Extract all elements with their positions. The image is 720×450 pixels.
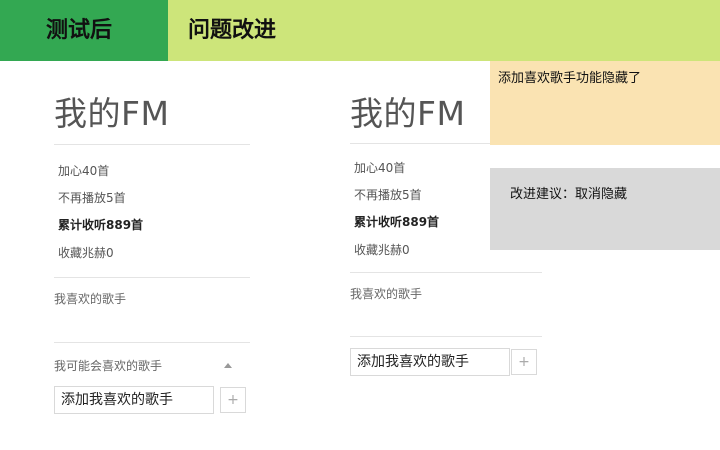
- stat-liked[interactable]: 加心40首: [58, 162, 109, 179]
- stat-liked[interactable]: 加心40首: [354, 159, 405, 176]
- divider: [350, 272, 542, 273]
- divider: [54, 342, 250, 343]
- stat-banned[interactable]: 不再播放5首: [58, 189, 126, 206]
- divider: [54, 144, 250, 145]
- favorite-artists-label: 我喜欢的歌手: [350, 287, 423, 301]
- add-artist-button[interactable]: +: [511, 349, 537, 375]
- divider: [350, 336, 542, 337]
- favorite-artists-label: 我喜欢的歌手: [54, 292, 127, 306]
- improvement-heading: 问题改进: [188, 18, 277, 43]
- add-artist-input[interactable]: 添加我喜欢的歌手: [350, 348, 510, 376]
- suggested-artists-label[interactable]: 我可能会喜欢的歌手: [54, 357, 162, 374]
- add-artist-input[interactable]: 添加我喜欢的歌手: [54, 386, 214, 414]
- caret-up-icon[interactable]: [224, 363, 232, 368]
- divider: [54, 277, 250, 278]
- after-test-tag: 测试后: [0, 0, 168, 61]
- stat-collected[interactable]: 收藏兆赫0: [354, 241, 410, 258]
- issue-note: 添加喜欢歌手功能隐藏了: [490, 61, 720, 145]
- fm-title: 我的FM: [350, 94, 466, 133]
- top-bar: 测试后 问题改进: [0, 0, 720, 61]
- stat-collected[interactable]: 收藏兆赫0: [58, 244, 114, 261]
- add-artist-button[interactable]: +: [220, 387, 246, 413]
- fm-title: 我的FM: [54, 94, 170, 133]
- stat-played[interactable]: 累计收听889首: [354, 213, 439, 230]
- stat-banned[interactable]: 不再播放5首: [354, 186, 422, 203]
- stat-played[interactable]: 累计收听889首: [58, 216, 143, 233]
- suggestion-note: 改进建议：取消隐藏: [490, 168, 720, 250]
